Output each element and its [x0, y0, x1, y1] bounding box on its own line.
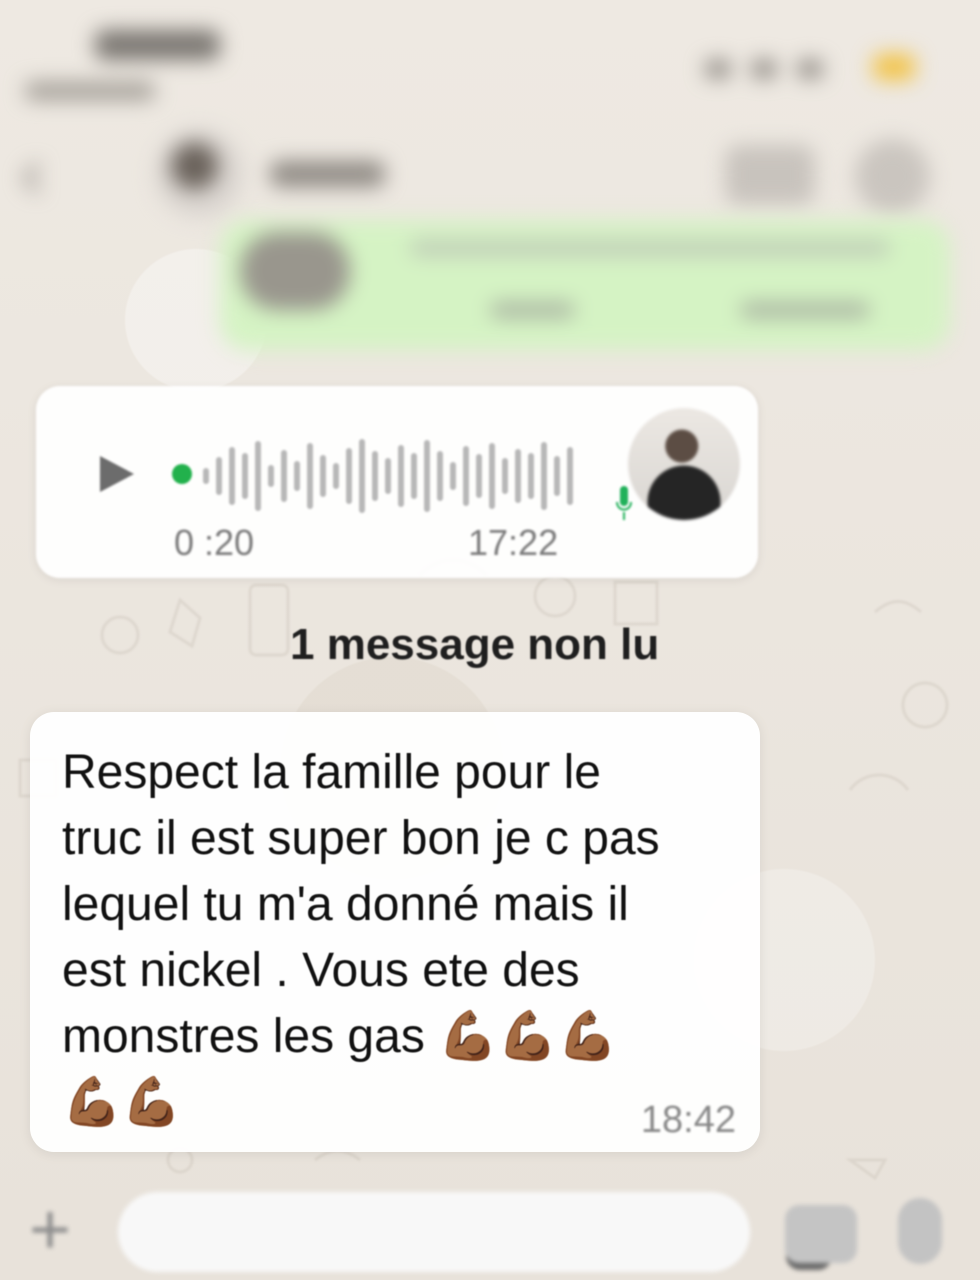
battery-icon	[873, 54, 915, 80]
chat-header: ‹	[0, 115, 980, 225]
outgoing-message-bubble	[220, 220, 950, 350]
play-icon	[100, 456, 134, 492]
sticker-preview	[240, 232, 350, 310]
unread-message-divider: 1 message non lu	[290, 620, 660, 669]
back-icon[interactable]: ‹	[20, 137, 64, 209]
message-input[interactable]	[118, 1192, 832, 1272]
outgoing-time-placeholder	[740, 302, 870, 318]
incoming-message-bubble[interactable]: Respect la famille pour le truc il est s…	[30, 712, 760, 1152]
plus-icon[interactable]: +	[20, 1194, 80, 1266]
voice-avatar	[628, 408, 740, 520]
video-call-icon[interactable]	[725, 145, 815, 205]
status-time-placeholder	[95, 30, 220, 60]
network-icon	[797, 60, 823, 78]
message-composer-bar: +	[0, 1180, 980, 1280]
play-button[interactable]	[92, 452, 140, 500]
camera-icon[interactable]	[785, 1205, 857, 1263]
message-timestamp: 18:42	[640, 1099, 736, 1141]
voice-message-bubble[interactable]: 0 :20 17:22	[36, 386, 758, 578]
outgoing-message-preview	[410, 240, 890, 256]
contact-name-placeholder[interactable]	[270, 161, 385, 187]
phone-call-icon[interactable]	[855, 139, 930, 214]
voice-duration: 0 :20	[174, 522, 255, 563]
signal-icon	[705, 60, 731, 78]
status-icons	[705, 50, 915, 84]
mic-icon	[616, 486, 632, 520]
contact-avatar[interactable]	[155, 129, 243, 217]
outgoing-duration-placeholder	[490, 302, 575, 318]
voice-timestamp: 17:22	[468, 522, 559, 563]
voice-progress-dot[interactable]	[172, 464, 192, 484]
microphone-icon[interactable]	[898, 1198, 942, 1264]
voice-waveform[interactable]	[194, 426, 589, 526]
wifi-icon	[751, 60, 777, 78]
message-text: Respect la famille pour le truc il est s…	[62, 746, 660, 1129]
status-bar	[0, 0, 980, 120]
carrier-placeholder	[25, 82, 155, 100]
